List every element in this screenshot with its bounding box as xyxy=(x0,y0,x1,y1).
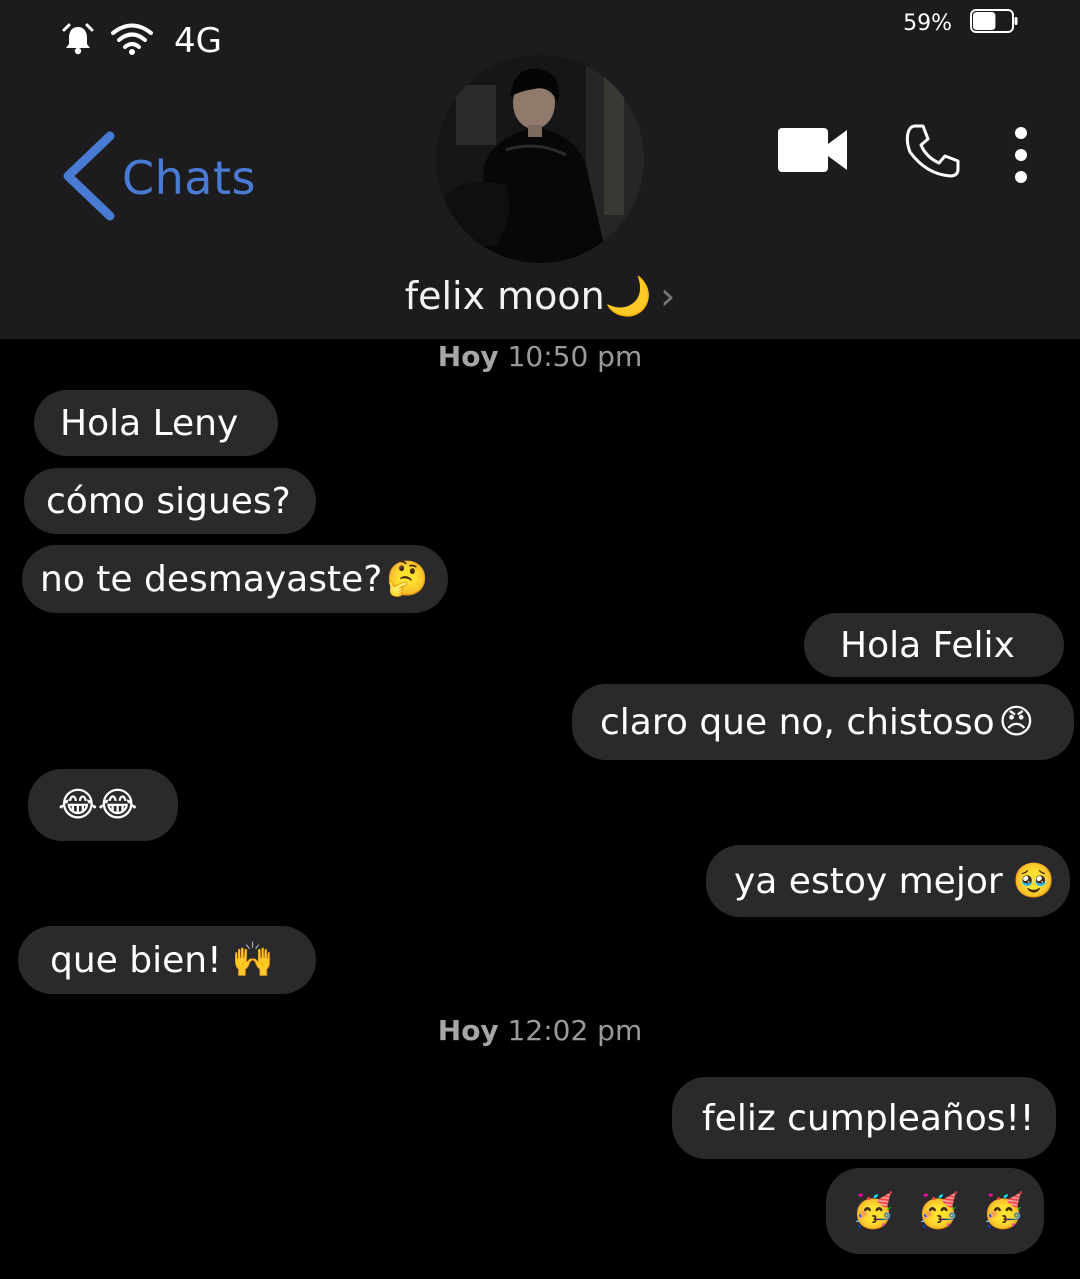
phone-icon[interactable] xyxy=(904,122,962,184)
party-emoji: 🥳 🥳 🥳 xyxy=(852,1191,1031,1231)
timestamp-day: Hoy xyxy=(437,340,499,373)
timestamp-time: 10:50 pm xyxy=(507,340,643,373)
message-text: Hola Leny xyxy=(60,402,239,444)
message-text: no te desmayaste? xyxy=(40,558,383,600)
message-text: que bien! xyxy=(50,939,222,981)
chat-header: 4G 59% Chats felix moon🌙 › xyxy=(0,0,1080,339)
timestamp-day: Hoy xyxy=(437,1014,499,1047)
message-received[interactable]: no te desmayaste? 🤔 xyxy=(22,545,448,613)
back-button[interactable]: Chats xyxy=(58,128,256,228)
raising-hands-emoji: 🙌 xyxy=(231,940,274,980)
message-text: Hola Felix xyxy=(840,624,1015,666)
message-received[interactable]: Hola Leny xyxy=(34,390,278,456)
message-text: ya estoy mejor xyxy=(734,860,1003,902)
wifi-icon xyxy=(110,21,154,61)
battery-percent: 59% xyxy=(903,10,952,36)
chevron-right-icon: › xyxy=(660,274,676,318)
message-received[interactable]: 😂😂 xyxy=(28,769,178,841)
back-label: Chats xyxy=(122,151,256,205)
message-received[interactable]: cómo sigues? xyxy=(24,468,316,534)
thinking-emoji: 🤔 xyxy=(386,559,429,599)
message-text: feliz cumpleaños!! xyxy=(702,1097,1035,1139)
message-sent[interactable]: claro que no, chistoso 😠 xyxy=(572,684,1074,760)
contact-name: felix moon xyxy=(404,274,605,318)
message-sent[interactable]: ya estoy mejor 🥹 xyxy=(706,845,1070,917)
status-bar-right: 59% xyxy=(903,8,1018,38)
more-vert-icon[interactable] xyxy=(1010,126,1032,188)
message-received[interactable]: que bien! 🙌 xyxy=(18,926,316,994)
contact-name-row[interactable]: felix moon🌙 › xyxy=(0,274,1080,319)
video-call-icon[interactable] xyxy=(778,124,848,180)
timestamp: Hoy 12:02 pm xyxy=(0,1014,1080,1047)
contact-avatar[interactable] xyxy=(436,55,644,263)
chevron-left-icon xyxy=(58,128,118,228)
battery-icon xyxy=(970,8,1018,38)
message-sent[interactable]: Hola Felix xyxy=(804,613,1064,677)
message-sent[interactable]: 🥳 🥳 🥳 xyxy=(826,1168,1044,1254)
timestamp-time: 12:02 pm xyxy=(507,1014,643,1047)
status-bar-left: 4G xyxy=(60,18,222,64)
laughing-emoji: 😂😂 xyxy=(58,785,138,825)
message-sent[interactable]: feliz cumpleaños!! xyxy=(672,1077,1056,1159)
network-type: 4G xyxy=(174,21,222,61)
teary-emoji: 🥹 xyxy=(1012,861,1055,901)
alarm-icon xyxy=(60,21,96,61)
message-text: cómo sigues? xyxy=(46,480,291,522)
timestamp: Hoy 10:50 pm xyxy=(0,340,1080,373)
message-text: claro que no, chistoso xyxy=(600,701,995,743)
moon-emoji: 🌙 xyxy=(604,274,653,318)
angry-emoji: 😠 xyxy=(998,702,1035,742)
